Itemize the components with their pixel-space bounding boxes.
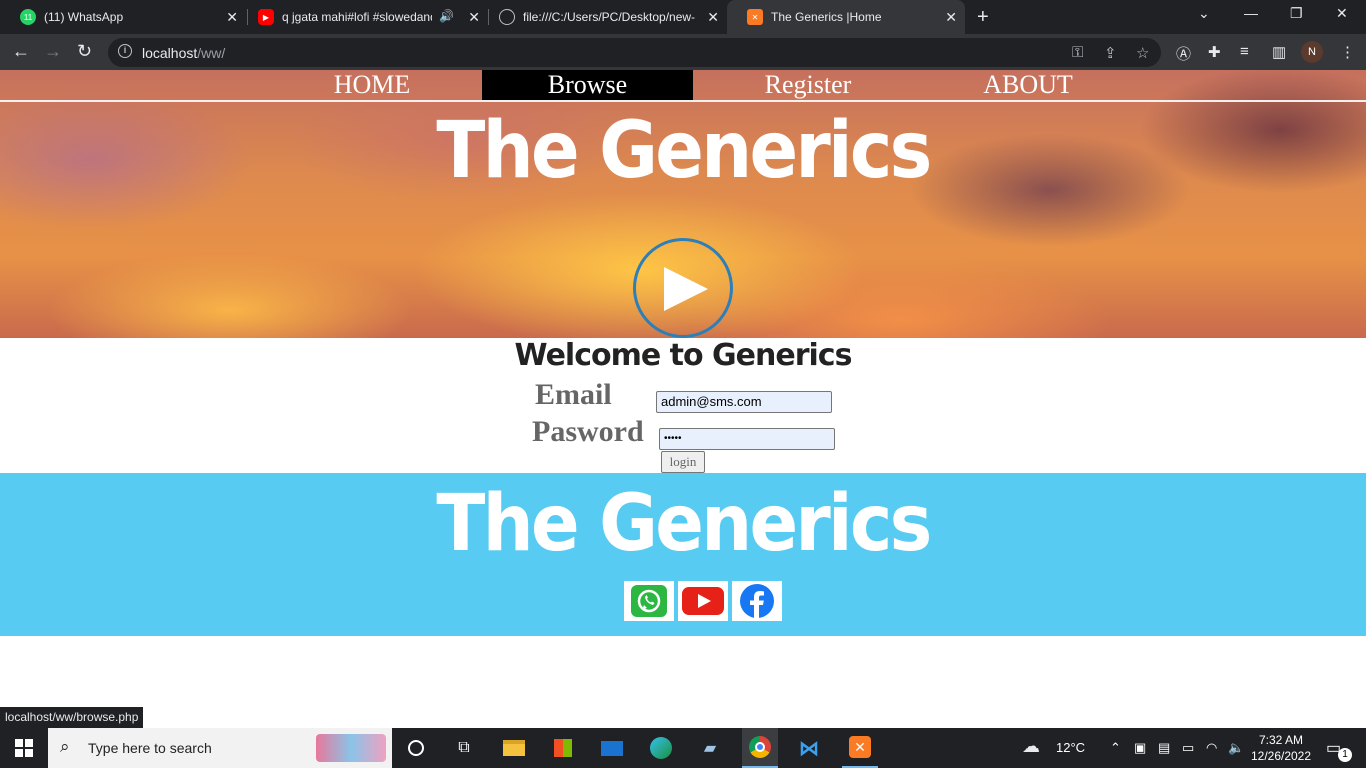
cortana-icon[interactable] — [404, 736, 428, 760]
minimize-button[interactable]: — — [1244, 5, 1258, 21]
window-close-button[interactable]: ✕ — [1336, 5, 1348, 22]
tab-whatsapp[interactable]: 11 (11) WhatsApp ✕ — [0, 0, 246, 34]
windows-start-icon[interactable] — [12, 736, 36, 760]
profile-avatar[interactable]: N — [1301, 41, 1323, 63]
url-host: localhost — [142, 45, 198, 61]
chrome-icon[interactable] — [742, 728, 778, 768]
tab-youtube[interactable]: ▶ q jgata mahi#lofi #slowedand 🔊 ✕ — [238, 0, 488, 34]
tab-title: file:///C:/Users/PC/Desktop/new- — [523, 10, 695, 24]
clock-time: 7:32 AM — [1258, 733, 1304, 747]
site-footer: The Generics — [0, 473, 1366, 636]
url-text: localhost/ww/ — [142, 45, 225, 61]
nav-about[interactable]: ABOUT — [923, 70, 1133, 100]
xampp-icon[interactable]: ✕ — [842, 728, 878, 768]
battery-icon[interactable]: ▭ — [1182, 740, 1194, 756]
puzzle-icon[interactable]: ✚ — [1208, 43, 1221, 61]
wifi-icon[interactable]: ◠ — [1206, 740, 1217, 756]
file-explorer-icon[interactable] — [502, 736, 526, 760]
vscode-icon[interactable]: ⋈ — [797, 736, 821, 760]
welcome-heading: Welcome to Generics — [514, 338, 853, 373]
new-tab-button[interactable]: + — [977, 6, 989, 29]
edge-icon[interactable] — [649, 736, 673, 760]
reload-button[interactable]: ↻ — [77, 41, 92, 62]
key-icon[interactable]: ⚿ — [1072, 44, 1083, 61]
speaker-icon[interactable]: 🔊 — [439, 9, 454, 23]
password-label: Pasword — [532, 415, 644, 448]
extension-a-icon[interactable]: Ⓐ — [1176, 43, 1191, 64]
url-path: /ww/ — [197, 45, 226, 61]
browser-toolbar: ← → ↻ i localhost/ww/ ⚿ ⇪ ☆ — [0, 34, 1366, 70]
close-icon[interactable]: ✕ — [707, 9, 719, 26]
play-button[interactable] — [633, 238, 733, 338]
xampp-icon: ✕ — [747, 9, 763, 25]
login-button[interactable]: login — [661, 451, 705, 473]
clock[interactable]: 7:32 AM 12/26/2022 — [1250, 732, 1312, 764]
microsoft-store-icon[interactable] — [551, 736, 575, 760]
tab-the-generics[interactable]: ✕ The Generics |Home ✕ — [727, 0, 965, 34]
status-bar-url: localhost/ww/browse.php — [0, 707, 144, 728]
youtube-link[interactable] — [678, 581, 728, 621]
footer-brand-title: The Generics — [436, 479, 932, 569]
tab-title: (11) WhatsApp — [44, 10, 124, 24]
side-panel-icon[interactable]: ▥ — [1272, 43, 1286, 61]
info-icon[interactable]: i — [118, 44, 132, 58]
notification-count: 1 — [1338, 748, 1352, 762]
network-app-icon[interactable]: ▰ — [698, 736, 722, 760]
windows-taskbar: ⌕ Type here to search ⧉ ▰ ⋈ ✕ ☁ 12°C ⌃ ▣… — [0, 728, 1366, 768]
mail-icon[interactable] — [600, 736, 624, 760]
browser-tab-strip: 11 (11) WhatsApp ✕ ▶ q jgata mahi#lofi #… — [0, 0, 1366, 34]
site-nav: HOME Browse Register ABOUT — [0, 70, 1366, 102]
task-view-icon[interactable]: ⧉ — [452, 736, 476, 760]
search-highlight-image[interactable] — [316, 734, 386, 762]
display-icon[interactable]: ▤ — [1158, 740, 1170, 756]
facebook-link[interactable] — [732, 581, 782, 621]
share-icon[interactable]: ⇪ — [1104, 44, 1117, 62]
taskbar-search-box[interactable]: ⌕ Type here to search — [48, 728, 392, 768]
search-icon: ⌕ — [60, 737, 70, 756]
forward-button[interactable]: → — [44, 41, 62, 62]
nav-home[interactable]: HOME — [262, 70, 482, 100]
tab-title: q jgata mahi#lofi #slowedand — [282, 10, 432, 24]
facebook-icon — [740, 584, 774, 618]
weather-temp[interactable]: 12°C — [1056, 740, 1085, 755]
youtube-icon: ▶ — [258, 9, 274, 25]
weather-icon[interactable]: ☁ — [1022, 736, 1040, 757]
tab-file[interactable]: file:///C:/Users/PC/Desktop/new- ✕ — [479, 0, 727, 34]
search-placeholder: Type here to search — [88, 740, 212, 756]
close-icon[interactable]: ✕ — [226, 9, 238, 26]
whatsapp-icon — [631, 585, 667, 617]
tab-title: The Generics |Home — [771, 10, 882, 24]
nav-browse[interactable]: Browse — [482, 70, 693, 100]
address-bar[interactable]: i localhost/ww/ ⚿ ⇪ ☆ — [108, 38, 1161, 67]
password-field[interactable]: ••••• — [659, 428, 835, 450]
clock-date: 12/26/2022 — [1250, 749, 1312, 763]
email-field[interactable]: admin@sms.com — [656, 391, 832, 413]
whatsapp-icon: 11 — [20, 9, 36, 25]
play-icon — [664, 267, 708, 311]
youtube-icon — [682, 587, 724, 615]
restore-button[interactable]: ❐ — [1290, 5, 1303, 22]
globe-icon — [499, 9, 515, 25]
tab-search-icon[interactable]: ⌄ — [1198, 5, 1210, 22]
close-icon[interactable]: ✕ — [945, 9, 957, 26]
back-button[interactable]: ← — [12, 41, 30, 62]
web-page: HOME Browse Register ABOUT The Generics … — [0, 70, 1366, 728]
media-control-icon[interactable]: ≡ — [1240, 43, 1249, 60]
volume-icon[interactable]: 🔈 — [1228, 740, 1244, 756]
meet-now-icon[interactable]: ▣ — [1134, 740, 1146, 756]
whatsapp-link[interactable] — [624, 581, 674, 621]
nav-register[interactable]: Register — [693, 70, 923, 100]
email-label: Email — [535, 378, 612, 411]
site-brand-title: The Generics — [436, 106, 932, 196]
chevron-up-icon[interactable]: ⌃ — [1110, 740, 1121, 756]
star-icon[interactable]: ☆ — [1136, 44, 1149, 62]
hero-banner: HOME Browse Register ABOUT The Generics — [0, 70, 1366, 338]
menu-icon[interactable]: ⋮ — [1340, 43, 1355, 61]
